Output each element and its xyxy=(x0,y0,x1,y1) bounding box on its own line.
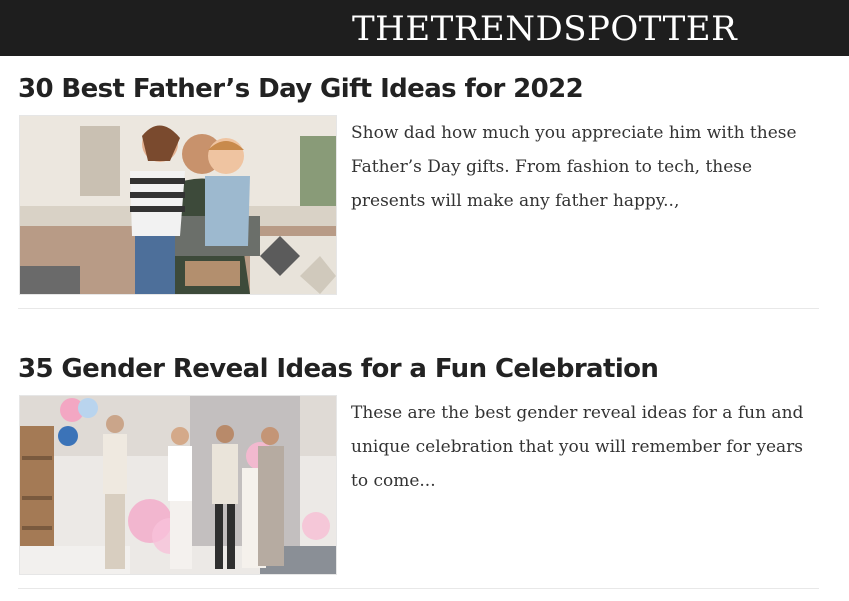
family-photo-image xyxy=(20,116,336,294)
article-divider xyxy=(18,308,819,309)
article-thumbnail[interactable] xyxy=(19,395,337,575)
article-thumbnail[interactable] xyxy=(19,115,337,295)
article-title-link[interactable]: 35 Gender Reveal Ideas for a Fun Celebra… xyxy=(18,352,659,386)
article-divider xyxy=(18,588,819,589)
party-photo-image xyxy=(20,396,336,574)
article-excerpt: Show dad how much you appreciate him wit… xyxy=(351,123,797,211)
logo-text-trend: Trend xyxy=(430,9,564,49)
article-title-link[interactable]: 30 Best Father’s Day Gift Ideas for 2022 xyxy=(18,72,584,106)
site-logo[interactable]: TheTrendSpotter xyxy=(352,4,737,54)
logo-text-the: The xyxy=(352,9,431,49)
article-excerpt: These are the best gender reveal ideas f… xyxy=(351,403,804,491)
site-header: TheTrendSpotter xyxy=(0,0,849,56)
logo-text-spotter: Spotter xyxy=(563,9,738,49)
